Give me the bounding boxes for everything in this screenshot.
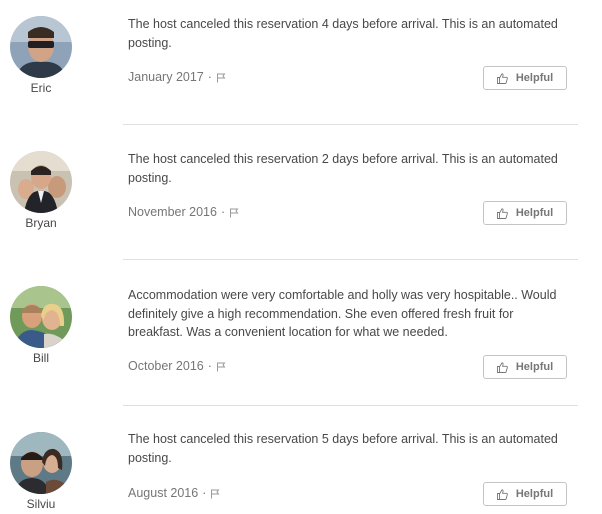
review-divider (123, 124, 578, 125)
author-name[interactable]: Eric (10, 81, 72, 95)
helpful-button[interactable]: Helpful (483, 201, 567, 225)
avatar[interactable] (10, 151, 72, 213)
avatar[interactable] (10, 286, 72, 348)
review-meta: November 2016 · (128, 205, 239, 219)
thumbs-up-icon (496, 488, 508, 500)
helpful-label: Helpful (515, 361, 554, 373)
helpful-label: Helpful (515, 72, 554, 84)
review-text: The host canceled this reservation 2 day… (128, 152, 558, 185)
separator: · (207, 70, 212, 84)
review-date: November 2016 (128, 205, 217, 219)
review-text: The host canceled this reservation 5 day… (128, 432, 558, 465)
review-meta: August 2016 · (128, 486, 220, 500)
author-name[interactable]: Silviu (10, 497, 72, 511)
helpful-button[interactable]: Helpful (483, 66, 567, 90)
helpful-label: Helpful (515, 488, 554, 500)
review-author[interactable]: Bill (10, 286, 72, 365)
avatar[interactable] (10, 432, 72, 494)
avatar[interactable] (10, 16, 72, 78)
author-name[interactable]: Bill (10, 351, 72, 365)
review-text: The host canceled this reservation 4 day… (128, 17, 558, 50)
review-meta: October 2016 · (128, 359, 226, 373)
flag-icon[interactable] (210, 488, 220, 499)
review-author[interactable]: Bryan (10, 151, 72, 230)
helpful-button[interactable]: Helpful (483, 355, 567, 379)
author-name[interactable]: Bryan (10, 216, 72, 230)
review-divider (123, 405, 578, 406)
review-date: August 2016 (128, 486, 199, 500)
thumbs-up-icon (496, 72, 508, 84)
separator: · (220, 205, 226, 219)
review-author[interactable]: Eric (10, 16, 72, 95)
review-author[interactable]: Silviu (10, 432, 72, 511)
review-meta: January 2017 · (128, 70, 226, 84)
thumbs-up-icon (496, 361, 508, 373)
reviews-list: Eric The host canceled this reservation … (0, 0, 602, 514)
flag-icon[interactable] (216, 361, 226, 372)
helpful-button[interactable]: Helpful (483, 482, 567, 506)
review-divider (123, 259, 578, 260)
review-text: Accommodation were very comfortable and … (128, 288, 557, 339)
review-date: October 2016 (128, 359, 204, 373)
flag-icon[interactable] (229, 207, 239, 218)
helpful-label: Helpful (515, 207, 554, 219)
separator: · (207, 359, 212, 373)
thumbs-up-icon (496, 207, 508, 219)
flag-icon[interactable] (216, 72, 226, 83)
separator: · (202, 486, 207, 500)
review-date: January 2017 (128, 70, 204, 84)
